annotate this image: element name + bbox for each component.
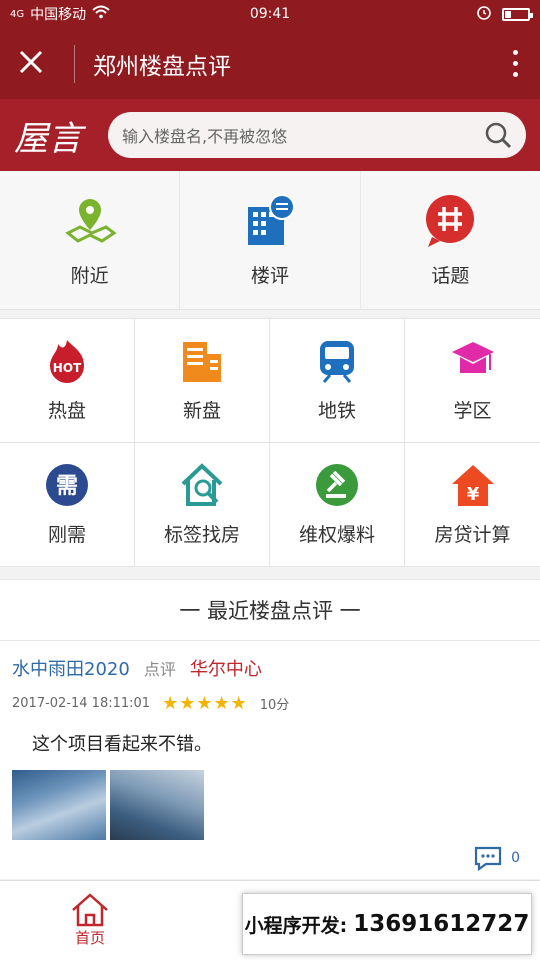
promo-phone: 13691612727 — [353, 911, 530, 937]
nav-nearby[interactable]: 附近 — [0, 171, 181, 309]
grid-item-new[interactable]: 新盘 — [135, 319, 270, 443]
more-menu-button[interactable] — [509, 50, 522, 77]
comment-count: 0 — [511, 850, 520, 866]
search-icon[interactable] — [484, 121, 512, 149]
review-author-link[interactable]: 水中雨田2020 — [12, 655, 130, 681]
section-title: 一 最近楼盘点评 一 — [0, 579, 540, 641]
grid-label: 房贷计算 — [434, 524, 511, 546]
star-rating: ★★★★★ — [162, 693, 248, 714]
promo-label: 小程序开发: — [244, 914, 348, 937]
search-bar: 屋言 输入楼盘名,不再被忽悠 — [0, 99, 540, 171]
nav-label: 话题 — [431, 264, 470, 287]
review-score: 10分 — [259, 698, 290, 713]
nav-label: 附近 — [70, 264, 109, 287]
page-title: 郑州楼盘点评 — [93, 53, 231, 80]
review-photos — [12, 770, 528, 840]
grid-label: 刚需 — [47, 524, 86, 546]
divider — [74, 44, 75, 83]
nav-topics[interactable]: 话题 — [361, 171, 540, 309]
tab-home[interactable]: 首页 — [0, 881, 180, 960]
battery-icon — [502, 7, 533, 21]
hot-icon: HOT — [50, 340, 84, 383]
subway-icon — [320, 341, 354, 383]
primary-nav: 附近 楼评 话题 — [0, 171, 540, 310]
status-bar: 4G 中国移动 09:41 — [0, 0, 540, 28]
map-pin-icon — [64, 198, 117, 243]
home-icon — [72, 893, 108, 927]
review-text: 这个项目看起来不错。 — [32, 734, 212, 755]
grid-label: 地铁 — [317, 400, 356, 422]
search-input[interactable]: 输入楼盘名,不再被忽悠 — [108, 112, 526, 158]
tab-label: 首页 — [74, 929, 105, 947]
grid-label: 学区 — [453, 400, 492, 422]
review-project-link[interactable]: 华尔中心 — [190, 655, 262, 681]
clock: 09:41 — [249, 6, 291, 22]
need-icon: 需 — [46, 464, 88, 506]
review-tag: 点评 — [143, 660, 176, 679]
svg-text:¥: ¥ — [466, 484, 479, 505]
loan-house-icon: ¥ — [451, 465, 494, 506]
grid-item-loan[interactable]: ¥ 房贷计算 — [405, 443, 540, 567]
comment-icon — [474, 846, 502, 871]
svg-text:HOT: HOT — [53, 361, 82, 375]
grid-label: 新盘 — [182, 400, 221, 422]
grid-label: 热盘 — [47, 400, 86, 422]
review-datetime: 2017-02-14 18:11:01 — [12, 696, 151, 711]
grid-label: 维权爆料 — [298, 524, 375, 546]
nav-reviews[interactable]: 楼评 — [180, 171, 361, 309]
grid-item-subway[interactable]: 地铁 — [270, 319, 405, 443]
search-placeholder: 输入楼盘名,不再被忽悠 — [122, 127, 288, 146]
title-bar: 郑州楼盘点评 — [0, 28, 540, 99]
close-button[interactable] — [18, 47, 56, 81]
graduation-cap-icon — [451, 342, 494, 373]
review-photo[interactable] — [110, 770, 204, 840]
svg-text:需: 需 — [56, 474, 78, 499]
comment-button[interactable]: 0 — [473, 845, 520, 871]
hashtag-icon — [426, 194, 475, 247]
grid-item-report[interactable]: 维权爆料 — [270, 443, 405, 567]
grid-item-school[interactable]: 学区 — [405, 319, 540, 443]
promo-banner[interactable]: 小程序开发: 13691612727 — [242, 893, 532, 955]
gavel-icon — [316, 464, 358, 506]
grid-item-tag-search[interactable]: 标签找房 — [135, 443, 270, 567]
nav-label: 楼评 — [250, 264, 289, 287]
close-icon — [19, 50, 43, 73]
grid-item-need[interactable]: 需 刚需 — [0, 443, 135, 567]
review-card[interactable]: 水中雨田2020 点评 华尔中心 2017-02-14 18:11:01 ★★★… — [0, 641, 540, 879]
category-grid: HOT 热盘 新盘 地铁 学区 需 刚需 标签找房 维权爆料 ¥ 房贷计算 — [0, 318, 540, 567]
building-comment-icon — [247, 193, 295, 245]
new-building-icon — [183, 342, 221, 382]
grid-item-hot[interactable]: HOT 热盘 — [0, 319, 135, 443]
grid-label: 标签找房 — [163, 524, 240, 546]
review-photo[interactable] — [12, 770, 106, 840]
app-logo: 屋言 — [14, 118, 82, 159]
house-search-icon — [181, 463, 223, 506]
